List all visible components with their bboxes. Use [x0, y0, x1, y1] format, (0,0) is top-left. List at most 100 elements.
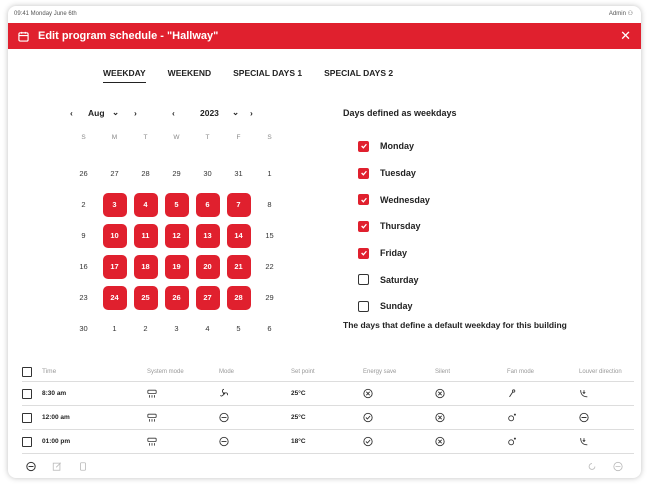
- checkbox-checked[interactable]: [358, 220, 369, 232]
- calendar-day[interactable]: 8: [254, 189, 285, 220]
- row-louver-direction: [579, 389, 634, 399]
- calendar-day-selected[interactable]: 25: [130, 282, 161, 313]
- calendar-week: 9 10 11 12 13 14 15: [68, 220, 285, 251]
- calendar-day-selected[interactable]: 10: [99, 220, 130, 251]
- calendar-day-selected[interactable]: 18: [130, 251, 161, 282]
- calendar-day[interactable]: 9: [68, 220, 99, 251]
- dialog-title: Edit program schedule - "Hallway": [38, 30, 219, 42]
- calendar-icon: [18, 31, 29, 42]
- row-checkbox[interactable]: [22, 436, 32, 447]
- weekday-option-friday[interactable]: Friday: [358, 240, 430, 267]
- calendar-day[interactable]: 3: [161, 313, 192, 344]
- calendar-day-selected[interactable]: 26: [161, 282, 192, 313]
- weekday-option-tuesday[interactable]: Tuesday: [358, 160, 430, 187]
- month-dropdown-icon[interactable]: ⌄: [112, 107, 134, 118]
- calendar-day[interactable]: 2: [68, 189, 99, 220]
- weekday-label: M: [111, 134, 118, 141]
- weekday-option-sunday[interactable]: Sunday: [358, 293, 430, 320]
- calendar-day[interactable]: 31: [223, 158, 254, 189]
- close-button[interactable]: ✕: [620, 28, 631, 44]
- status-user[interactable]: Admin ⚇: [609, 10, 633, 17]
- calendar-day[interactable]: 6: [254, 313, 285, 344]
- year-select[interactable]: 2023: [200, 108, 232, 118]
- day-number: 29: [265, 293, 274, 302]
- weekday-option-wednesday[interactable]: Wednesday: [358, 186, 430, 213]
- day-number: 1: [112, 324, 117, 333]
- calendar-day-selected[interactable]: 27: [192, 282, 223, 313]
- tab-special-days-1[interactable]: SPECIAL DAYS 1: [233, 68, 302, 83]
- tab-weekend[interactable]: WEEKEND: [168, 68, 211, 83]
- calendar-day[interactable]: 15: [254, 220, 285, 251]
- tab-special-days-2[interactable]: SPECIAL DAYS 2: [324, 68, 393, 83]
- table-row[interactable]: 12:00 am 25°C: [22, 406, 634, 430]
- table-row[interactable]: 8:30 am 25°C: [22, 382, 634, 406]
- calendar-day[interactable]: 27: [99, 158, 130, 189]
- calendar-day-selected[interactable]: 4: [130, 189, 161, 220]
- weekday-option-thursday[interactable]: Thursday: [358, 213, 430, 240]
- weekday-label: Thursday: [380, 221, 421, 232]
- calendar-day[interactable]: 22: [254, 251, 285, 282]
- weekday-label: Friday: [380, 248, 408, 259]
- prev-month-button[interactable]: ‹: [70, 108, 88, 118]
- table-row[interactable]: 01:00 pm 18°C: [22, 430, 634, 454]
- calendar-day[interactable]: 28: [130, 158, 161, 189]
- circle-minus-icon: [219, 436, 229, 447]
- row-fan-mode: [507, 437, 579, 447]
- calendar-day[interactable]: 16: [68, 251, 99, 282]
- calendar-day[interactable]: 29: [254, 282, 285, 313]
- collapse-icon[interactable]: [613, 461, 623, 471]
- calendar-day[interactable]: 5: [223, 313, 254, 344]
- remove-icon[interactable]: [26, 461, 36, 471]
- weekday-option-monday[interactable]: Monday: [358, 133, 430, 160]
- checkbox-checked[interactable]: [358, 167, 369, 179]
- calendar-day-selected[interactable]: 20: [192, 251, 223, 282]
- calendar-day[interactable]: 29: [161, 158, 192, 189]
- calendar-day-selected[interactable]: 17: [99, 251, 130, 282]
- ac-unit-icon: [147, 389, 157, 399]
- calendar-day-selected[interactable]: 12: [161, 220, 192, 251]
- calendar-day[interactable]: 4: [192, 313, 223, 344]
- calendar-day[interactable]: 1: [254, 158, 285, 189]
- checkbox-checked[interactable]: [358, 140, 369, 152]
- next-year-button[interactable]: ›: [250, 108, 253, 118]
- month-select[interactable]: Aug: [88, 108, 112, 118]
- row-checkbox[interactable]: [22, 412, 32, 423]
- calendar-day[interactable]: 2: [130, 313, 161, 344]
- calendar-day[interactable]: 30: [192, 158, 223, 189]
- calendar-day-selected[interactable]: 3: [99, 189, 130, 220]
- edit-icon[interactable]: [52, 461, 62, 471]
- calendar-day-selected[interactable]: 11: [130, 220, 161, 251]
- calendar-day[interactable]: 1: [99, 313, 130, 344]
- calendar-day[interactable]: 30: [68, 313, 99, 344]
- calendar-day-selected[interactable]: 21: [223, 251, 254, 282]
- day-number: 21: [226, 254, 251, 279]
- circle-x-icon: [435, 412, 445, 423]
- checkbox-checked[interactable]: [358, 194, 369, 206]
- calendar-day-selected[interactable]: 6: [192, 189, 223, 220]
- prev-year-button[interactable]: ‹: [172, 108, 200, 118]
- checkbox-unchecked[interactable]: [358, 300, 369, 312]
- calendar-week: 2 34567 8: [68, 189, 285, 220]
- calendar-day-selected[interactable]: 5: [161, 189, 192, 220]
- weekday-checkbox-list: Monday Tuesday Wednesday Thursday Friday Satu…: [358, 133, 430, 320]
- table-body: 8:30 am 25°C 12:00 am 25°C 01:00 pm 18°C: [22, 382, 634, 454]
- calendar-day-selected[interactable]: 24: [99, 282, 130, 313]
- calendar-day-selected[interactable]: 14: [223, 220, 254, 251]
- refresh-icon[interactable]: [587, 461, 597, 471]
- tab-weekday[interactable]: WEEKDAY: [103, 68, 146, 83]
- select-all-checkbox[interactable]: [22, 366, 32, 377]
- calendar-day-selected[interactable]: 19: [161, 251, 192, 282]
- checkbox-unchecked[interactable]: [358, 274, 369, 286]
- calendar-day-selected[interactable]: 13: [192, 220, 223, 251]
- checkbox-checked[interactable]: [358, 247, 369, 259]
- calendar-day-selected[interactable]: 7: [223, 189, 254, 220]
- calendar-day[interactable]: 23: [68, 282, 99, 313]
- calendar-day[interactable]: 26: [68, 158, 99, 189]
- calendar-day-selected[interactable]: 28: [223, 282, 254, 313]
- copy-icon[interactable]: [78, 461, 88, 471]
- next-month-button[interactable]: ›: [134, 108, 172, 118]
- row-checkbox[interactable]: [22, 388, 32, 399]
- weekday-option-saturday[interactable]: Saturday: [358, 266, 430, 293]
- fan-icon: [219, 388, 229, 399]
- year-dropdown-icon[interactable]: ⌄: [232, 107, 250, 118]
